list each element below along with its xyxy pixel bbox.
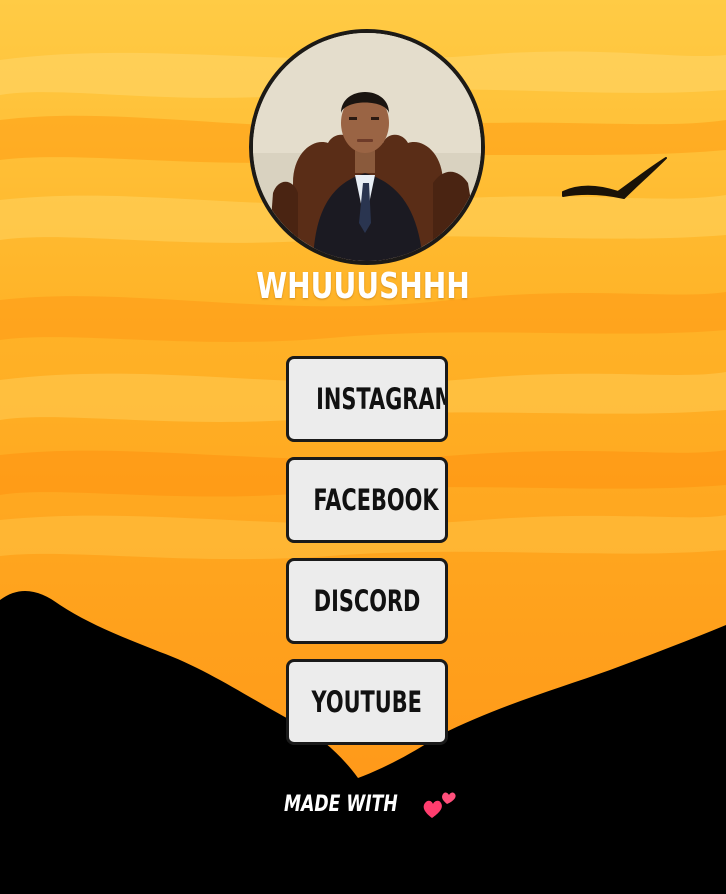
username-title: WHUUUSHHH	[256, 266, 470, 307]
discord-button[interactable]: DISCORD	[286, 558, 448, 644]
link-list: INSTAGRAM FACEBOOK DISCORD YOUTUBE	[286, 356, 448, 760]
discord-button-label: DISCORD	[313, 584, 421, 618]
facebook-button-label: FACEBOOK	[313, 483, 439, 517]
footer-text: MADE WITH	[284, 791, 398, 817]
instagram-button[interactable]: INSTAGRAM	[286, 356, 448, 442]
youtube-button-label: YOUTUBE	[311, 685, 423, 719]
youtube-button[interactable]: YOUTUBE	[286, 659, 448, 745]
two-hearts-icon	[423, 792, 456, 818]
footer: MADE WITH	[0, 788, 726, 820]
avatar	[249, 29, 485, 265]
instagram-button-label: INSTAGRAM	[316, 382, 448, 416]
facebook-button[interactable]: FACEBOOK	[286, 457, 448, 543]
profile-photo	[253, 33, 481, 261]
